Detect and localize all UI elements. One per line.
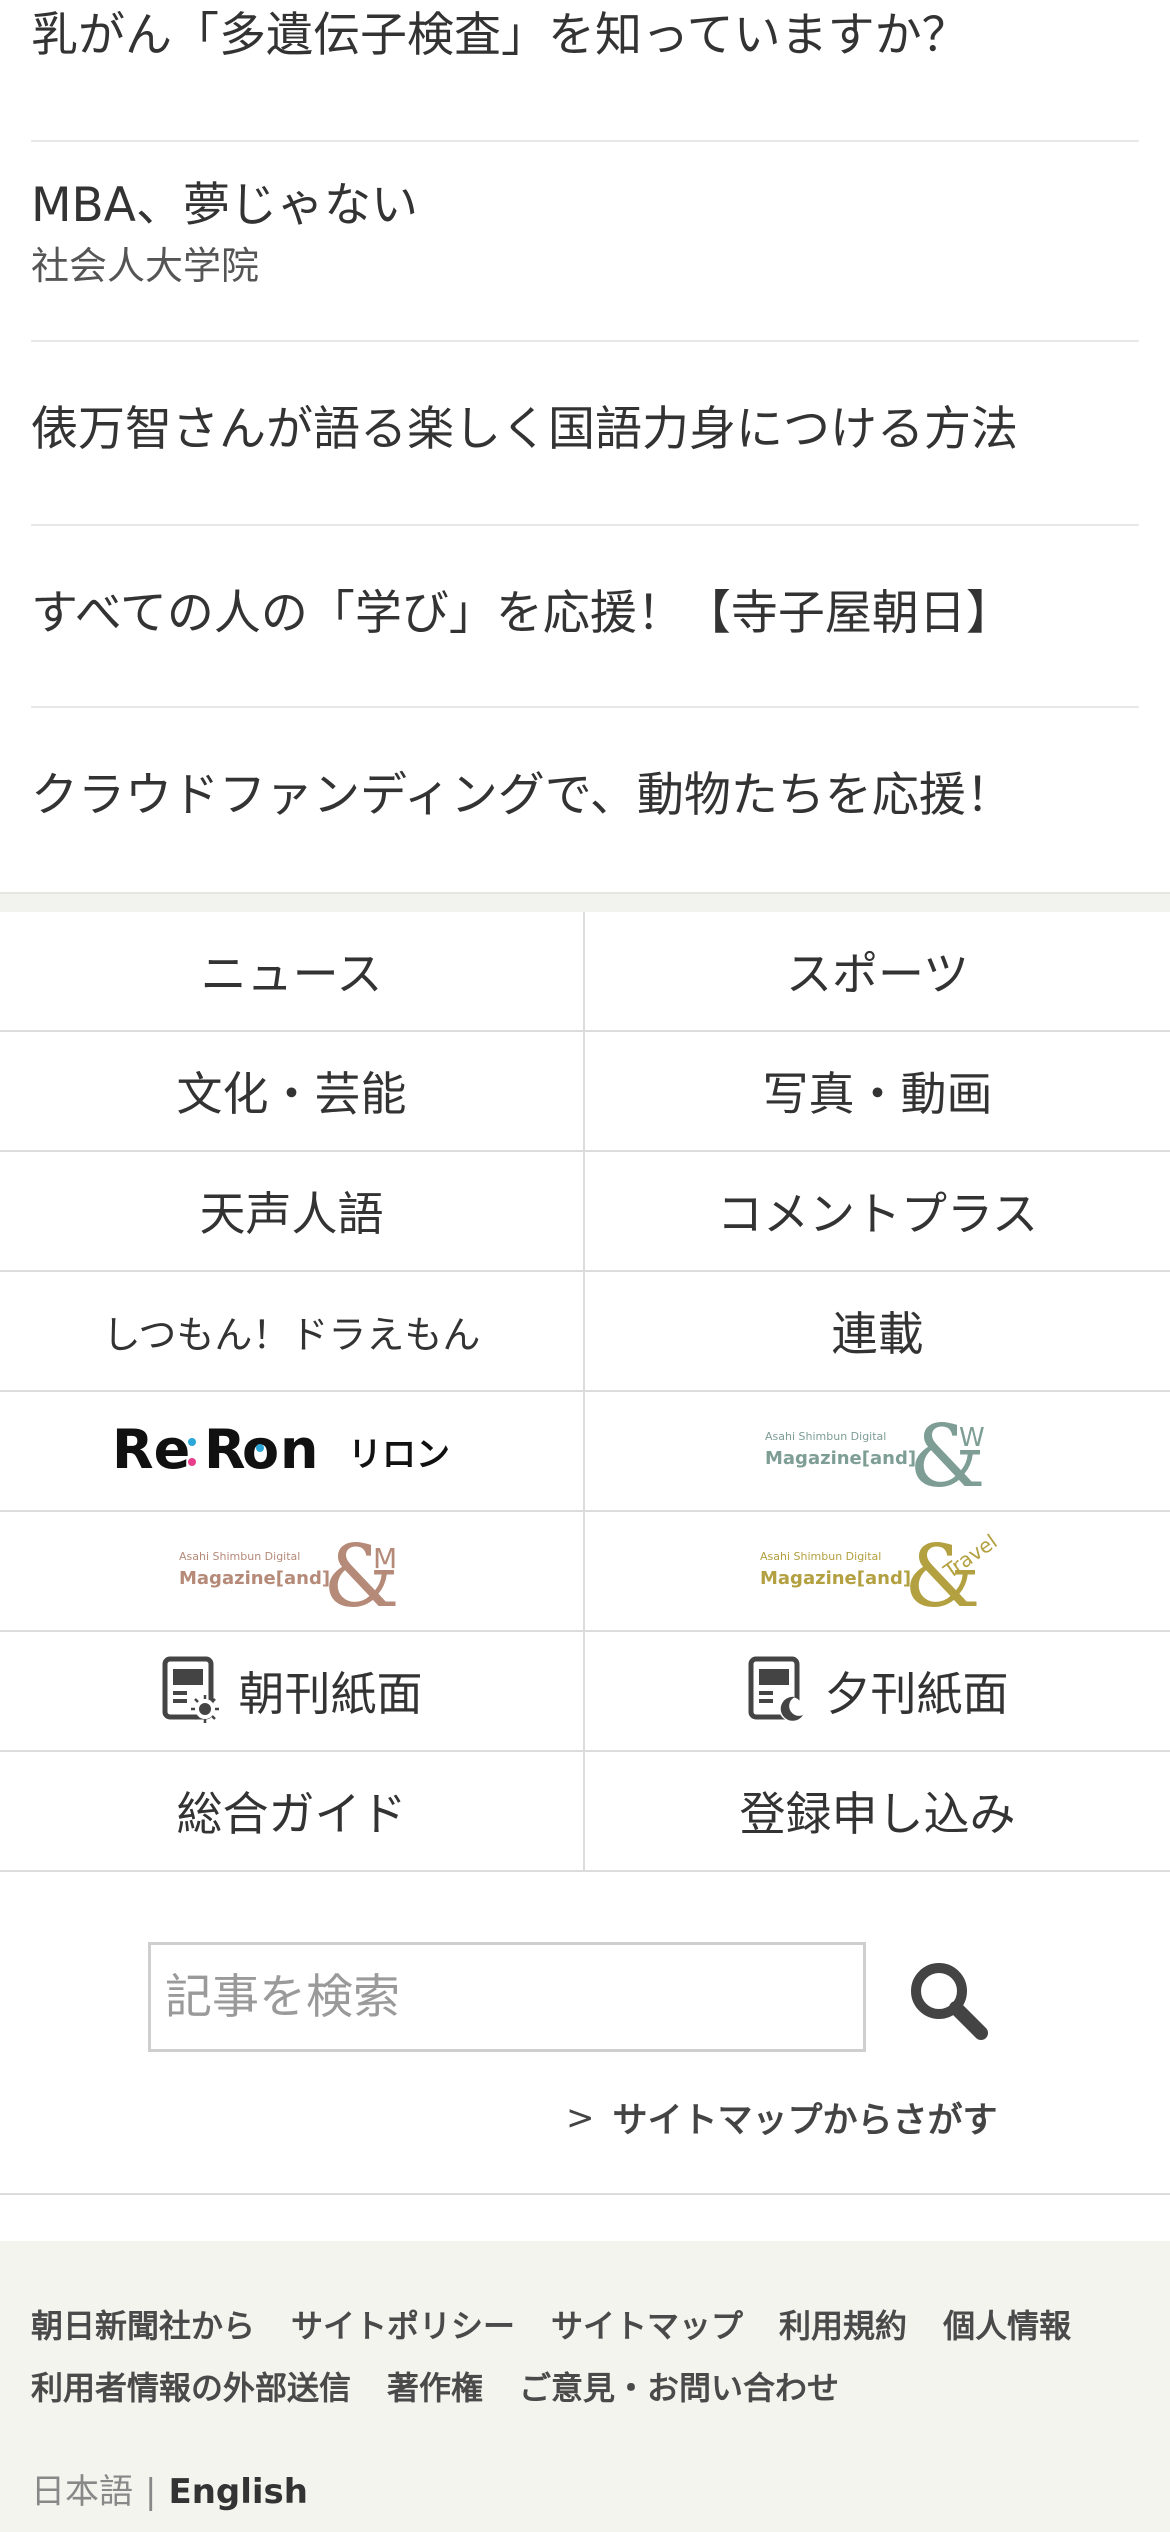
nav-and-travel[interactable]: Asahi Shimbun Digital Magazine[and] & Tr… [585,1512,1170,1632]
footer-link[interactable]: サイトマップ [551,2307,743,2345]
nav-guide[interactable]: 総合ガイド [0,1752,585,1872]
lang-japanese[interactable]: 日本語 [31,2472,133,2512]
footer-link[interactable]: 朝日新聞社から [31,2307,255,2345]
nav-label: 写真・動画 [762,1067,993,1121]
footer-link[interactable]: サイトポリシー [291,2307,515,2345]
nav-photo-video[interactable]: 写真・動画 [585,1032,1170,1152]
nav-label: 天声人語 [199,1187,384,1241]
footer-link[interactable]: ご意見・お問い合わせ [519,2369,839,2407]
nav-label: 文化・芸能 [176,1067,407,1121]
footer-link[interactable]: 利用規約 [779,2307,907,2345]
footer-link[interactable]: 著作権 [387,2369,483,2407]
promo-title: すべての人の「学び」を応援！【寺子屋朝日】 [31,586,1013,641]
and-travel-logo: Asahi Shimbun Digital Magazine[and] & Tr… [760,1527,998,1616]
chevron-right-icon: > [566,2097,595,2138]
search-input[interactable] [148,1942,866,2052]
footer-link[interactable]: 個人情報 [943,2307,1071,2345]
footer: 朝日新聞社から サイトポリシー サイトマップ 利用規約 個人情報 利用者情報の外部送信著… [0,2241,1170,2532]
nav-label: スポーツ [785,947,970,1001]
svg-text:リロン: リロン [348,1435,450,1475]
nav-label: 連載 [831,1307,924,1361]
nav-news[interactable]: ニュース [0,912,585,1032]
morning-paper-icon [161,1655,221,1727]
and-w-logo: Asahi Shimbun Digital Magazine[and] & W [765,1407,986,1496]
nav-label: 夕刊紙面 [824,1667,1009,1721]
search-button[interactable] [905,1957,991,2043]
reron-logo: Re R o n リロン [112,1418,450,1481]
svg-text:Asahi Shimbun Digital: Asahi Shimbun Digital [179,1550,300,1563]
nav-serial[interactable]: 連載 [585,1272,1170,1392]
section-divider [0,892,1170,912]
promo-title: MBA、夢じゃない [31,178,418,233]
promo-title: クラウドファンディングで、動物たちを応援！ [31,768,1013,823]
nav-label: 朝刊紙面 [238,1667,423,1721]
promo-item[interactable]: MBA、夢じゃない 社会人大学院 [31,142,1139,342]
svg-text:M: M [373,1542,397,1575]
nav-label: ニュース [200,947,383,1001]
promo-item[interactable]: 乳がん「多遺伝子検査」を知っていますか？ [31,0,1139,142]
search-area: > サイトマップからさがす [0,1870,1170,2195]
sitemap-link[interactable]: > サイトマップからさがす [566,2092,998,2143]
promo-title: 乳がん「多遺伝子検査」を知っていますか？ [31,8,969,63]
svg-text:Magazine[and]: Magazine[and] [760,1568,911,1589]
promo-subtitle: 社会人大学院 [31,244,260,288]
svg-text:Asahi Shimbun Digital: Asahi Shimbun Digital [760,1550,881,1563]
nav-label: 登録申し込み [739,1787,1016,1841]
nav-and-m[interactable]: Asahi Shimbun Digital Magazine[and] & M [0,1512,585,1632]
and-m-logo: Asahi Shimbun Digital Magazine[and] & M [179,1527,400,1616]
footer-link[interactable]: 利用者情報の外部送信 [31,2369,351,2407]
nav-culture[interactable]: 文化・芸能 [0,1032,585,1152]
nav-sports[interactable]: スポーツ [585,912,1170,1032]
search-icon [911,1963,988,2040]
promo-title: 俵万智さんが語る楽しく国語力身につける方法 [31,402,1018,457]
svg-text:Asahi Shimbun Digital: Asahi Shimbun Digital [765,1430,886,1443]
evening-paper-icon [747,1655,807,1727]
svg-text:W: W [959,1423,985,1453]
footer-links-row: 利用者情報の外部送信 著作権 ご意見・お問い合わせ [31,2363,875,2409]
nav-comment-plus[interactable]: コメントプラス [585,1152,1170,1272]
nav-tenseijingo[interactable]: 天声人語 [0,1152,585,1272]
lang-english[interactable]: English [168,2472,308,2512]
promo-list: 乳がん「多遺伝子検査」を知っていますか？ MBA、夢じゃない 社会人大学院 俵万… [0,0,1170,892]
svg-text:Re: Re [112,1418,190,1481]
category-grid: ニュース スポーツ 文化・芸能 写真・動画 天声人語 コメントプラス しつもん！… [0,912,1170,1872]
nav-and-w[interactable]: Asahi Shimbun Digital Magazine[and] & W [585,1392,1170,1512]
nav-label: 総合ガイド [176,1787,407,1841]
footer-links-row: 朝日新聞社から サイトポリシー サイトマップ 利用規約 個人情報 [31,2301,1107,2347]
lang-separator: | [145,2472,157,2512]
promo-item[interactable]: 俵万智さんが語る楽しく国語力身につける方法 [31,342,1139,526]
nav-register[interactable]: 登録申し込み [585,1752,1170,1872]
nav-label: コメントプラス [716,1187,1039,1241]
svg-text:n: n [280,1418,318,1481]
svg-text:Magazine[and]: Magazine[and] [765,1448,916,1469]
nav-reron[interactable]: Re R o n リロン [0,1392,585,1512]
svg-text:Magazine[and]: Magazine[and] [179,1568,330,1589]
nav-morning-edition[interactable]: 朝刊紙面 [0,1632,585,1752]
nav-label: しつもん！ドラえもん [102,1312,481,1357]
nav-evening-edition[interactable]: 夕刊紙面 [585,1632,1170,1752]
svg-text:R: R [204,1418,246,1481]
promo-item[interactable]: クラウドファンディングで、動物たちを応援！ [31,708,1139,892]
sitemap-link-label: サイトマップからさがす [612,2101,998,2141]
promo-item[interactable]: すべての人の「学び」を応援！【寺子屋朝日】 [31,526,1139,708]
nav-doraemon[interactable]: しつもん！ドラえもん [0,1272,585,1392]
language-switcher: 日本語 | English [31,2464,308,2513]
